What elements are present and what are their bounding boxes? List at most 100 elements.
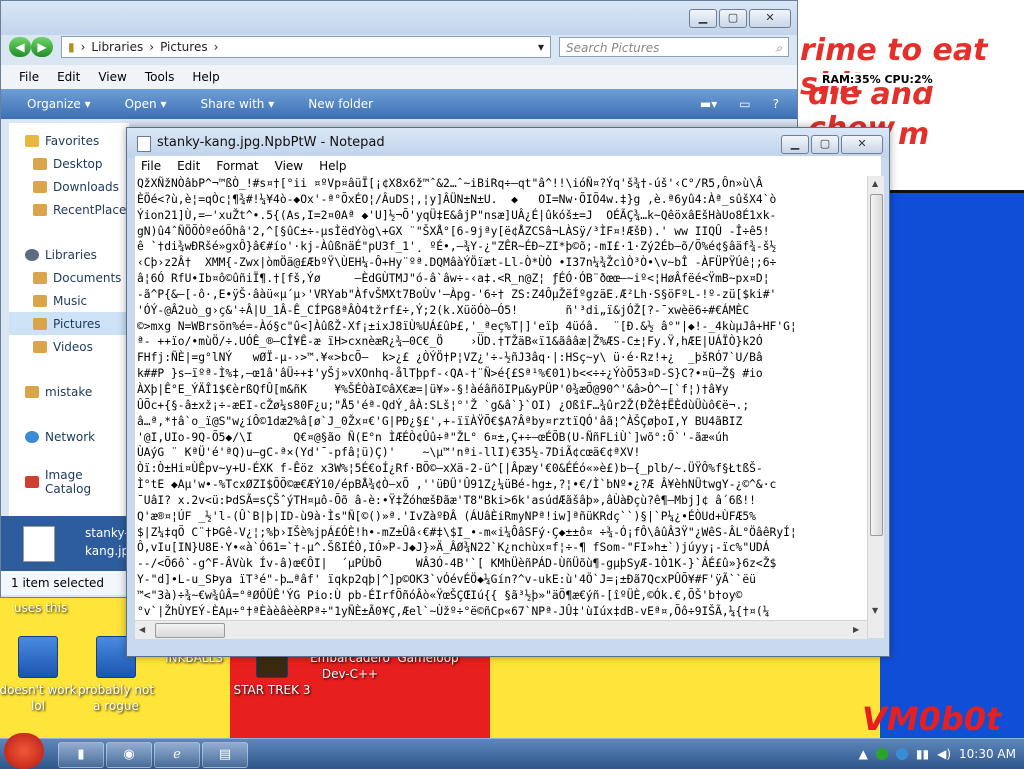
menu-format[interactable]: Format [216,159,258,173]
volume-icon[interactable]: ◀) [937,747,951,761]
sidebar-item-favorites[interactable]: Favorites [9,129,129,152]
minimize-icon[interactable]: ▁ [689,9,717,28]
menu-tools[interactable]: Tools [145,70,175,84]
menu-edit[interactable]: Edit [57,70,80,84]
menu-help[interactable]: Help [192,70,219,84]
sidebar-item-pictures[interactable]: Pictures [9,312,129,335]
explorer-titlebar[interactable]: ▁ ▢ ✕ [1,1,797,35]
ie-icon: ℯ [173,747,181,762]
folder-icon: ▮ [77,747,85,762]
libraries-icon [25,248,39,261]
desktop-icon-doesnt-work[interactable]: doesn't work lol [0,636,78,714]
music-icon [33,294,47,307]
folder-icon [18,636,58,678]
address-bar[interactable]: ▮ › Libraries › Pictures › ▾ [61,36,551,58]
wallpaper-caption: uses this [14,601,68,615]
sidebar-item-music[interactable]: Music [9,289,129,312]
sidebar-item-downloads[interactable]: Downloads [9,175,129,198]
chevron-right-icon: › [213,40,219,54]
network-icon[interactable]: ▮▮ [916,747,929,761]
scroll-up-icon[interactable]: ▲ [872,179,878,188]
taskbar-ie-button[interactable]: ℯ [154,742,200,768]
menu-file[interactable]: File [141,159,161,173]
desktop-icon [33,157,47,170]
close-icon[interactable]: ✕ [841,135,883,154]
notepad-text-area[interactable]: QžXÑžNÒâbP^¬™ßÒ_!#s¤†[°ii ¤ºVp¤âüÏ[¡¢X8x… [135,176,867,620]
help-icon[interactable]: ? [773,97,779,111]
taskbar: ▮ ◉ ℯ ▤ ▲ ▮▮ ◀) 10:30 AM [0,733,1024,769]
minimize-icon[interactable]: ▁ [781,135,809,154]
breadcrumb-libraries[interactable]: Libraries [91,40,143,54]
taskbar-explorer-button[interactable]: ▮ [58,742,104,768]
scroll-down-icon[interactable]: ▼ [872,606,878,615]
tray-app-icon[interactable] [875,748,888,760]
sidebar-item-videos[interactable]: Videos [9,335,129,358]
search-icon: ⌕ [775,41,782,55]
navigation-pane: Favorites Desktop Downloads RecentPlaces… [9,123,133,563]
resource-meter: RAM:35% CPU:2% [820,73,935,86]
image-catalog-icon [25,475,39,488]
share-with-button[interactable]: Share with ▾ [201,97,275,111]
forward-icon[interactable]: ▶ [31,37,53,57]
vertical-scroll-thumb[interactable] [870,194,883,536]
explorer-menubar: File Edit View Tools Help [1,65,797,89]
breadcrumb-pictures[interactable]: Pictures [160,40,208,54]
notepad-menubar: File Edit Format View Help [135,156,881,176]
menu-file[interactable]: File [19,70,39,84]
sidebar-item-documents[interactable]: Documents [9,266,129,289]
notepad-titlebar[interactable]: stanky-kang.jpg.NpbPtW - Notepad ▁ ▢ ✕ [127,128,889,158]
user-folder-icon [25,385,39,398]
chevron-down-icon[interactable]: ▾ [538,40,544,54]
preview-pane-icon[interactable]: ▭ [739,97,750,111]
maximize-icon[interactable]: ▢ [811,135,839,154]
show-hidden-icons[interactable]: ▲ [859,747,868,761]
taskbar-notepad-button[interactable]: ▤ [202,742,248,768]
details-pane: stanky-kang.jpg.NpbPtW [1,516,189,571]
sidebar-item-mistake[interactable]: mistake [9,380,129,403]
sidebar-item-desktop[interactable]: Desktop [9,152,129,175]
clock[interactable]: 10:30 AM [959,747,1016,761]
star-icon [25,134,39,147]
search-input[interactable]: Search Pictures ⌕ [559,37,789,57]
sidebar-item-recent-places[interactable]: RecentPlaces [9,198,133,221]
menu-edit[interactable]: Edit [177,159,200,173]
explorer-navbar: ◀ ▶ ▮ › Libraries › Pictures › ▾ Search … [9,35,789,59]
vertical-scrollbar[interactable]: ▲ ▼ [867,176,884,638]
wallpaper-text-line3: m [898,117,930,152]
horizontal-scrollbar[interactable]: ◀ ▶ [135,620,867,639]
open-button[interactable]: Open ▾ [125,97,167,111]
network-icon [25,430,39,443]
chevron-right-icon: › [80,40,86,54]
sidebar-item-network[interactable]: Network [9,425,129,448]
folder-icon: ▮ [68,40,75,54]
menu-help[interactable]: Help [319,159,346,173]
sidebar-item-libraries[interactable]: Libraries [9,243,129,266]
sidebar-item-image-catalog[interactable]: Image Catalog [9,468,129,496]
new-folder-button[interactable]: New folder [308,97,373,111]
organize-button[interactable]: Organize ▾ [27,97,91,111]
menu-view[interactable]: View [98,70,126,84]
taskbar-chrome-button[interactable]: ◉ [106,742,152,768]
notepad-title: stanky-kang.jpg.NpbPtW - Notepad [157,135,385,150]
horizontal-scroll-thumb[interactable] [155,623,225,638]
menu-view[interactable]: View [275,159,303,173]
close-icon[interactable]: ✕ [749,9,791,28]
scroll-right-icon[interactable]: ▶ [853,625,859,634]
back-icon[interactable]: ◀ [9,37,31,57]
tray-app-icon[interactable] [895,748,908,760]
pictures-icon [33,317,47,330]
downloads-icon [33,180,47,193]
scroll-left-icon[interactable]: ◀ [139,625,145,634]
maximize-icon[interactable]: ▢ [719,9,747,28]
desktop-icon-star-trek-3[interactable]: STAR TREK 3 [232,650,312,698]
file-thumbnail [23,526,55,562]
explorer-statusbar: 1 item selected [1,571,129,595]
notepad-window[interactable]: stanky-kang.jpg.NpbPtW - Notepad ▁ ▢ ✕ F… [126,127,890,657]
documents-icon [33,271,47,284]
chevron-right-icon: › [149,40,155,54]
videos-icon [33,340,47,353]
start-button[interactable] [4,733,44,769]
view-options-icon[interactable]: ▬▾ [700,97,717,111]
system-tray: ▲ ▮▮ ◀) 10:30 AM [859,739,1016,769]
wallpaper-signature: VM0b0t [862,700,1002,738]
